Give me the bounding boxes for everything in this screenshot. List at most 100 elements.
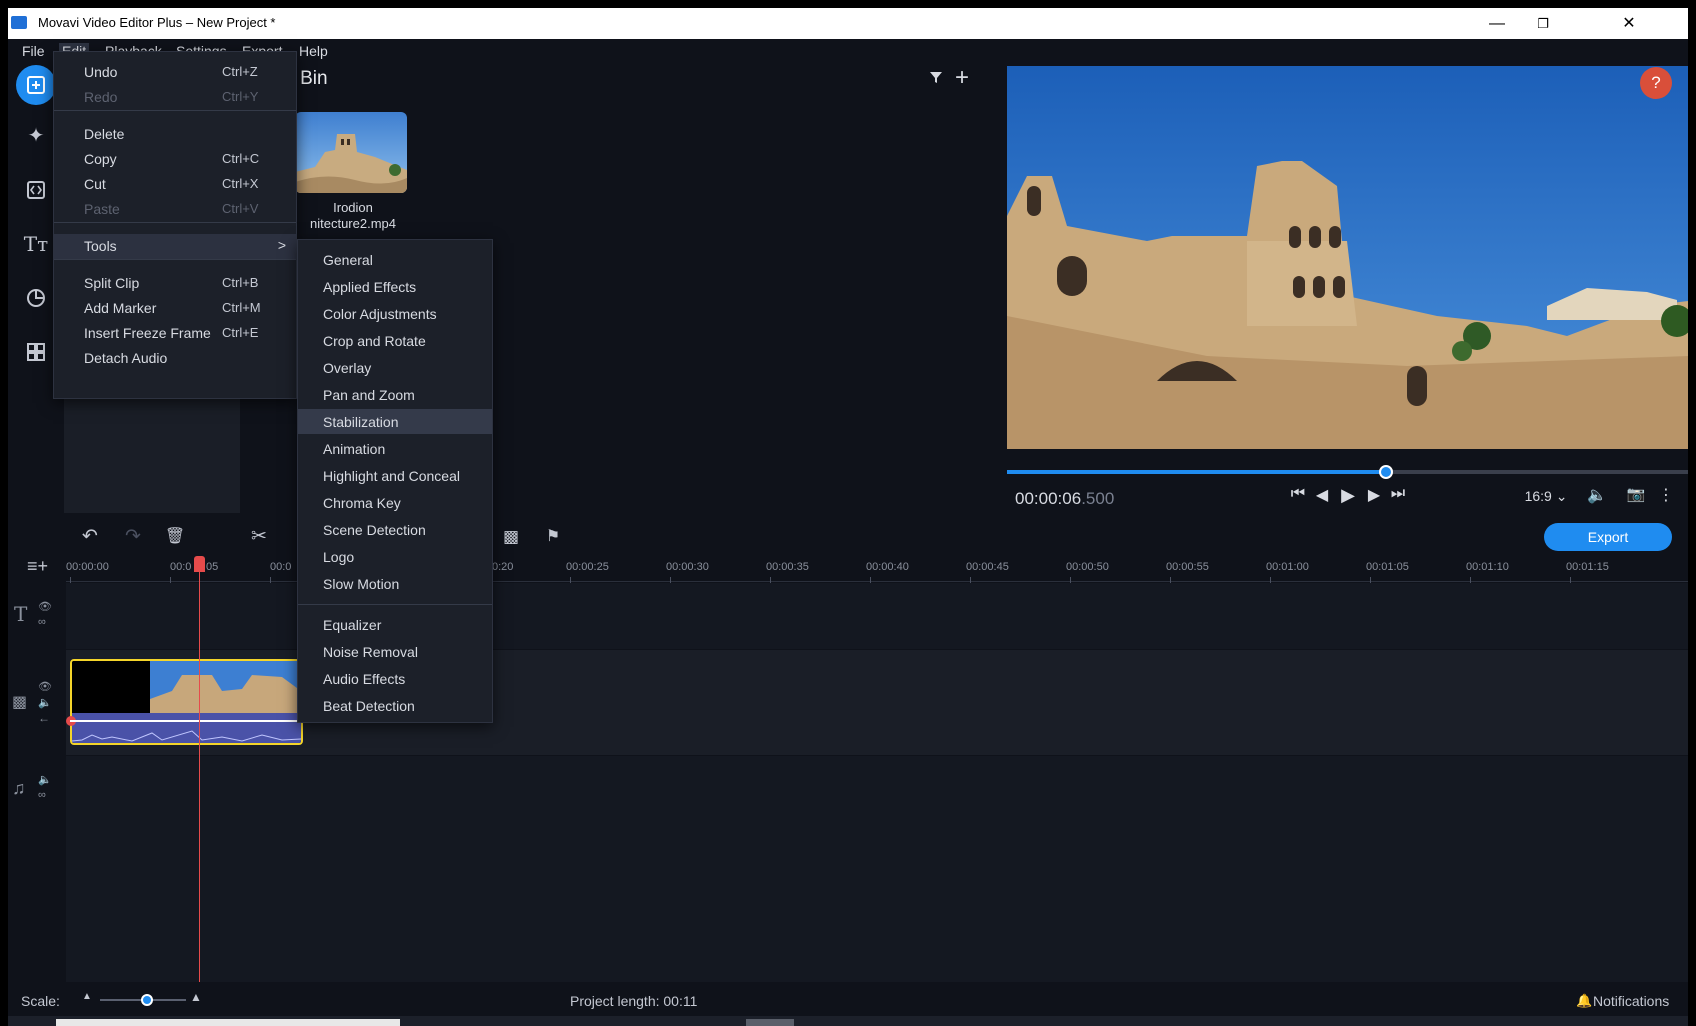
tools-item-scene-detection[interactable]: Scene Detection bbox=[298, 517, 492, 542]
video-clip[interactable] bbox=[70, 659, 303, 745]
tools-item-label: Crop and Rotate bbox=[323, 333, 426, 349]
media-file-name: Irodion bbox=[278, 200, 428, 215]
project-length-value: 00:11 bbox=[663, 993, 697, 1009]
menu-item-insert-freeze-frame[interactable]: Insert Freeze FrameCtrl+E bbox=[54, 321, 296, 346]
close-button[interactable]: ✕ bbox=[1606, 11, 1652, 37]
notifications-button[interactable]: Notifications bbox=[1593, 993, 1669, 1009]
tools-item-applied-effects[interactable]: Applied Effects bbox=[298, 274, 492, 299]
clip-volume-line[interactable] bbox=[70, 720, 303, 722]
restore-button[interactable]: ❐ bbox=[1520, 11, 1566, 37]
delete-icon[interactable]: 🗑 bbox=[161, 523, 189, 551]
add-track-icon[interactable]: ≡+ bbox=[27, 556, 48, 577]
next-frame-icon[interactable]: ▶ bbox=[1363, 485, 1385, 505]
import-icon[interactable] bbox=[16, 65, 56, 105]
menu-separator bbox=[54, 110, 296, 111]
playhead-handle[interactable] bbox=[194, 556, 205, 572]
zoom-out-icon[interactable]: ▲ bbox=[82, 991, 92, 1002]
skip-to-start-icon[interactable]: ⏮ bbox=[1287, 485, 1309, 503]
window-title: Movavi Video Editor Plus – New Project * bbox=[38, 15, 275, 30]
tools-item-highlight-and-conceal[interactable]: Highlight and Conceal bbox=[298, 463, 492, 488]
mute-icon[interactable]: 🔈 bbox=[38, 696, 52, 709]
more-tools-icon[interactable] bbox=[16, 332, 56, 372]
tools-item-chroma-key[interactable]: Chroma Key bbox=[298, 490, 492, 515]
tools-item-slow-motion[interactable]: Slow Motion bbox=[298, 571, 492, 596]
menu-help[interactable]: Help bbox=[296, 43, 331, 59]
tools-item-beat-detection[interactable]: Beat Detection bbox=[298, 693, 492, 718]
undo-icon[interactable]: ↶ bbox=[76, 523, 104, 551]
scrollbar-thumb[interactable] bbox=[56, 1019, 400, 1026]
titles-icon[interactable]: Tт bbox=[16, 224, 56, 264]
cut-icon[interactable]: ✂ bbox=[245, 523, 273, 551]
volume-icon[interactable]: 🔈 bbox=[1586, 485, 1608, 505]
menu-item-split-clip[interactable]: Split ClipCtrl+B bbox=[54, 271, 296, 296]
notification-bell-icon[interactable]: 🔔 bbox=[1576, 993, 1592, 1009]
video-preview[interactable] bbox=[1007, 66, 1688, 449]
more-options-icon[interactable]: ⋮ bbox=[1655, 485, 1677, 505]
progress-knob[interactable] bbox=[1379, 465, 1393, 479]
snapshot-icon[interactable]: 📷 bbox=[1625, 485, 1647, 503]
detach-arrow-icon[interactable]: ← bbox=[38, 711, 50, 725]
ruler-tick-label: 00:00:45 bbox=[966, 561, 1009, 573]
playhead-line[interactable] bbox=[199, 556, 200, 982]
menu-item-paste[interactable]: PasteCtrl+V bbox=[54, 197, 296, 222]
stickers-icon[interactable] bbox=[16, 278, 56, 318]
visibility-eye-icon[interactable]: 👁 bbox=[38, 680, 52, 693]
previous-frame-icon[interactable]: ◀​ bbox=[1311, 485, 1333, 505]
menu-file[interactable]: File bbox=[19, 43, 48, 59]
preview-progress-bar[interactable] bbox=[1007, 470, 1688, 474]
media-thumbnail[interactable] bbox=[295, 112, 407, 193]
menu-item-detach-audio[interactable]: Detach Audio bbox=[54, 346, 296, 371]
music-track-icon: ♫ bbox=[12, 778, 26, 799]
transitions-icon[interactable] bbox=[16, 170, 56, 210]
tools-item-logo[interactable]: Logo bbox=[298, 544, 492, 569]
ruler-tick-label: 05 bbox=[206, 561, 218, 573]
menu-item-label: Copy bbox=[84, 151, 117, 167]
tools-item-audio-effects[interactable]: Audio Effects bbox=[298, 666, 492, 691]
tools-item-label: Audio Effects bbox=[323, 671, 405, 687]
tools-item-overlay[interactable]: Overlay bbox=[298, 355, 492, 380]
menu-item-add-marker[interactable]: Add MarkerCtrl+M bbox=[54, 296, 296, 321]
add-media-icon[interactable]: + bbox=[955, 64, 969, 92]
help-button[interactable]: ? bbox=[1640, 67, 1672, 99]
timecode-ms: .500 bbox=[1081, 489, 1114, 508]
skip-to-end-icon[interactable]: ⏭ bbox=[1387, 485, 1409, 503]
menu-item-undo[interactable]: UndoCtrl+Z bbox=[54, 60, 296, 85]
tools-item-label: Stabilization bbox=[323, 414, 399, 430]
zoom-in-icon[interactable]: ▲ bbox=[190, 990, 202, 1004]
tools-item-label: General bbox=[323, 252, 373, 268]
horizontal-scrollbar[interactable] bbox=[8, 1016, 1688, 1026]
redo-icon[interactable]: ↷ bbox=[119, 523, 147, 551]
aspect-ratio-select[interactable]: 16:9 ⌄ bbox=[1521, 488, 1571, 505]
marker-flag-icon[interactable]: ⚑ bbox=[539, 523, 567, 551]
menu-item-tools[interactable]: Tools> bbox=[54, 234, 296, 259]
link-icon[interactable]: ∞ bbox=[38, 789, 46, 801]
tools-item-stabilization[interactable]: Stabilization bbox=[298, 409, 492, 434]
play-icon[interactable]: ▶ bbox=[1337, 485, 1359, 506]
scrollbar-thumb-secondary[interactable] bbox=[746, 1019, 794, 1026]
menu-item-copy[interactable]: CopyCtrl+C bbox=[54, 147, 296, 172]
tools-item-general[interactable]: General bbox=[298, 247, 492, 272]
mute-icon[interactable]: 🔈 bbox=[38, 773, 52, 786]
title-bar: Movavi Video Editor Plus – New Project *… bbox=[8, 8, 1688, 39]
menu-item-label: Redo bbox=[84, 89, 117, 105]
ruler-tick-label: 0:20 bbox=[492, 561, 513, 573]
ruler-tick-label: 00:00:25 bbox=[566, 561, 609, 573]
insert-freeze-frame-icon[interactable]: ▩ bbox=[497, 523, 525, 551]
menu-item-cut[interactable]: CutCtrl+X bbox=[54, 172, 296, 197]
link-icon[interactable]: ∞ bbox=[38, 616, 46, 628]
visibility-eye-icon[interactable]: 👁 bbox=[38, 600, 52, 613]
export-button[interactable]: Export bbox=[1544, 523, 1672, 551]
magic-wand-icon[interactable]: ✦ bbox=[16, 116, 56, 156]
tools-item-animation[interactable]: Animation bbox=[298, 436, 492, 461]
tools-item-noise-removal[interactable]: Noise Removal bbox=[298, 639, 492, 664]
tools-item-equalizer[interactable]: Equalizer bbox=[298, 612, 492, 637]
filter-icon[interactable] bbox=[928, 68, 944, 91]
tools-item-pan-and-zoom[interactable]: Pan and Zoom bbox=[298, 382, 492, 407]
menu-item-shortcut: Ctrl+M bbox=[222, 300, 261, 315]
menu-item-redo[interactable]: RedoCtrl+Y bbox=[54, 85, 296, 110]
menu-item-delete[interactable]: Delete bbox=[54, 122, 296, 147]
music-track[interactable] bbox=[66, 756, 1688, 982]
tools-item-color-adjustments[interactable]: Color Adjustments bbox=[298, 301, 492, 326]
minimize-button[interactable]: — bbox=[1474, 11, 1520, 37]
tools-item-crop-and-rotate[interactable]: Crop and Rotate bbox=[298, 328, 492, 353]
